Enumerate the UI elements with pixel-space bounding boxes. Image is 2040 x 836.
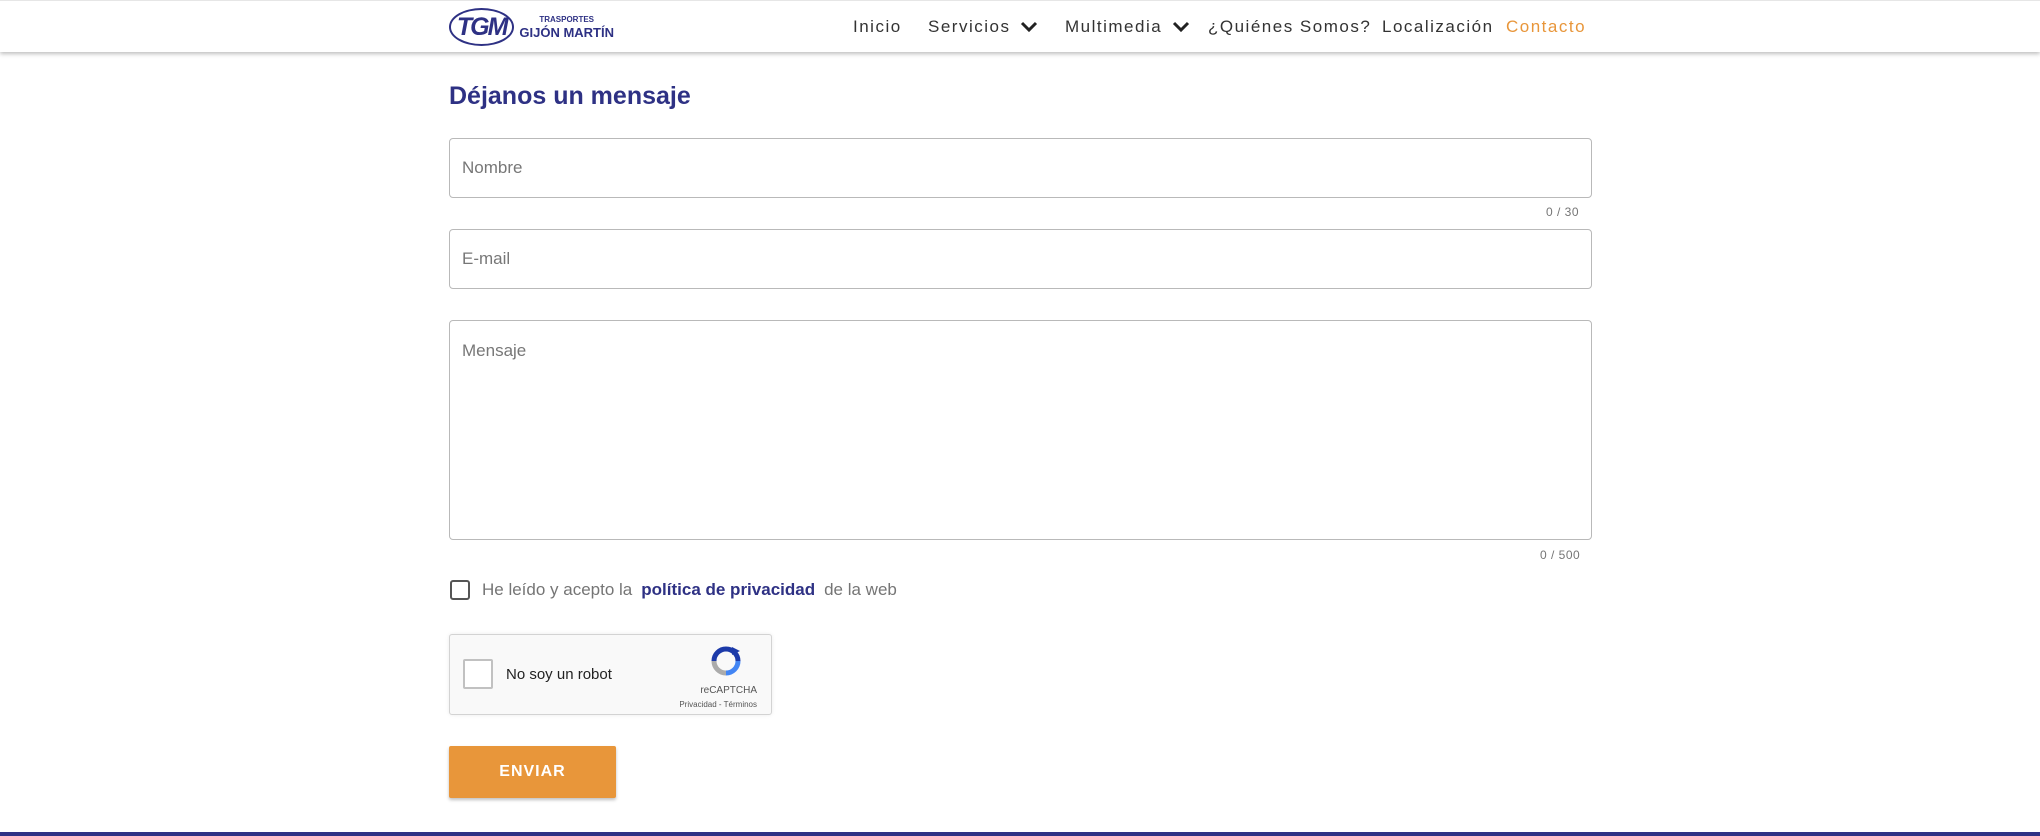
form-heading: Déjanos un mensaje — [449, 82, 691, 110]
nav-item-label: Servicios — [928, 17, 1011, 36]
recaptcha-checkbox[interactable] — [463, 659, 493, 689]
recaptcha-terms-link[interactable]: Privacidad - Términos — [679, 700, 757, 709]
recaptcha-label: No soy un robot — [506, 666, 612, 683]
chevron-down-icon — [1021, 21, 1038, 33]
consent-text-before: He leído y acepto la — [482, 580, 633, 599]
nav-item-localizacion[interactable]: Localización — [1382, 1, 1494, 53]
top-navigation-bar: TGM TRASPORTES GIJÓN MARTÍN Inicio Servi… — [0, 0, 2040, 52]
recaptcha-logo-icon — [711, 646, 741, 676]
logo-company-name: GIJÓN MARTÍN — [519, 24, 614, 40]
recaptcha-brand: reCAPTCHA — [700, 685, 757, 696]
name-char-counter: 0 / 30 — [1546, 205, 1580, 219]
nav-item-label: Multimedia — [1065, 17, 1163, 36]
message-char-counter: 0 / 500 — [1540, 548, 1581, 562]
nav-item-label: Inicio — [853, 17, 902, 36]
nav-item-contacto[interactable]: Contacto — [1506, 1, 1586, 53]
privacy-consent: He leído y acepto la política de privaci… — [450, 579, 897, 601]
chevron-down-icon — [1173, 21, 1190, 33]
name-field[interactable] — [449, 138, 1592, 198]
logo-small-text: TRASPORTES — [539, 14, 595, 24]
nav-item-label: ¿Quiénes Somos? — [1208, 17, 1372, 36]
nav-item-label: Localización — [1382, 17, 1494, 36]
logo-mark: TGM — [449, 8, 515, 46]
recaptcha-widget: No soy un robot reCAPTCHA Privacidad - T… — [449, 634, 772, 715]
consent-text-after: de la web — [824, 580, 897, 599]
message-field[interactable] — [449, 320, 1592, 540]
privacy-checkbox[interactable] — [450, 580, 470, 600]
nav-item-multimedia[interactable]: Multimedia — [1065, 1, 1190, 53]
nav-item-inicio[interactable]: Inicio — [853, 1, 902, 53]
privacy-policy-link[interactable]: política de privacidad — [641, 580, 815, 600]
submit-button[interactable]: ENVIAR — [449, 746, 616, 798]
email-field[interactable] — [449, 229, 1592, 289]
nav-item-label: Contacto — [1506, 17, 1587, 36]
nav-item-quienes-somos[interactable]: ¿Quiénes Somos? — [1208, 1, 1371, 53]
footer-edge — [0, 832, 2040, 836]
logo-text: TRASPORTES GIJÓN MARTÍN — [519, 14, 614, 40]
logo-mark-text: TGM — [456, 12, 509, 41]
tgm-logo[interactable]: TGM TRASPORTES GIJÓN MARTÍN — [449, 8, 614, 46]
nav-item-servicios[interactable]: Servicios — [928, 1, 1038, 53]
